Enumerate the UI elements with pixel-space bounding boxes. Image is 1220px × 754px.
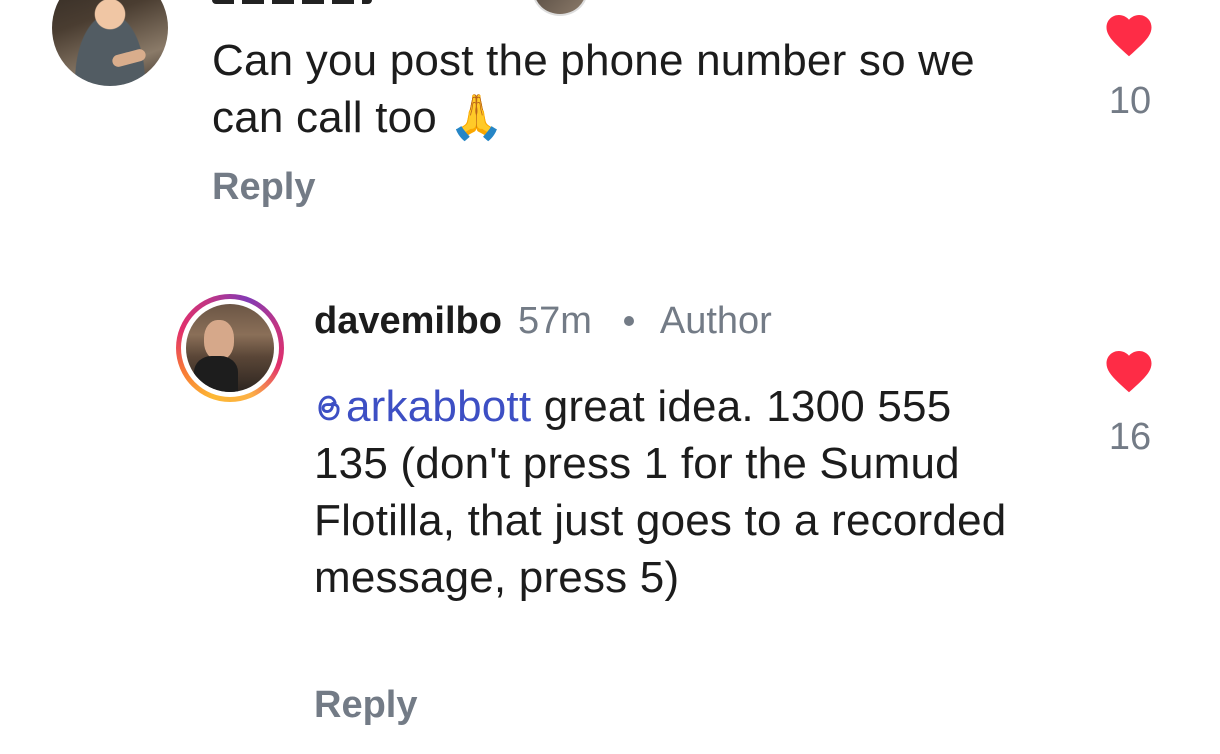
timestamp: 57m (517, 299, 592, 342)
avatar-photo-face (204, 320, 234, 360)
like-count: 16 (1108, 416, 1152, 458)
comment-meta: davemilbo 57m Author (314, 298, 772, 344)
previous-comment-username (212, 0, 372, 4)
author-avatar (186, 304, 274, 392)
avatar-ring-gap (181, 299, 279, 397)
avatar-photo-detail (111, 47, 147, 69)
heart-icon (1106, 351, 1152, 393)
username[interactable]: davemilbo (314, 300, 502, 343)
author-avatar-story-ring[interactable] (176, 294, 284, 402)
mention-link[interactable]: arkabbott (314, 382, 531, 431)
reply-button[interactable]: Reply (314, 684, 417, 727)
like-button[interactable] (1102, 344, 1156, 399)
separator-dot (623, 316, 634, 326)
reply-button[interactable]: Reply (212, 166, 315, 209)
like-button[interactable] (1102, 8, 1156, 63)
comment-text: Can you post the phone number so we can … (212, 36, 975, 142)
threads-at-icon (318, 395, 340, 421)
like-count: 10 (1108, 80, 1152, 122)
previous-comment-avatar (532, 0, 588, 16)
author-badge: Author (659, 299, 772, 342)
comment-text: arkabbott great idea. 1300 555 135 (don'… (314, 378, 1034, 606)
mention-username: arkabbott (346, 382, 532, 431)
commenter-avatar[interactable] (52, 0, 168, 86)
avatar-photo-body (194, 356, 238, 392)
heart-icon (1106, 15, 1152, 57)
